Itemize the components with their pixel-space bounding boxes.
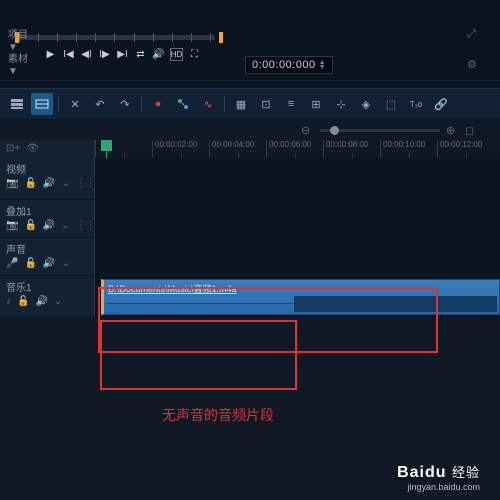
zoom-out-icon[interactable]: ⊖ bbox=[301, 124, 314, 137]
settings-icon[interactable]: ⚙ bbox=[467, 58, 482, 73]
track-icon[interactable]: ⊡ bbox=[255, 93, 277, 115]
prev-frame-icon[interactable]: ◀I bbox=[80, 48, 93, 61]
record-icon[interactable]: ● bbox=[147, 93, 169, 115]
ruler-tick: 00:00:10:00 bbox=[380, 140, 437, 158]
collapse-icon[interactable]: ⌄ bbox=[61, 220, 69, 231]
ruler-tick: 00:00:08:00 bbox=[323, 140, 380, 158]
watermark: Baidu 经验 jingyan.baidu.com bbox=[397, 462, 480, 492]
timeline-view-icon[interactable] bbox=[31, 93, 53, 115]
overlay-track-body[interactable] bbox=[95, 200, 500, 237]
lock-icon[interactable]: 🔓 bbox=[24, 220, 36, 231]
last-frame-icon[interactable]: ▶I bbox=[116, 48, 129, 61]
3d-title-icon[interactable]: T₃ᴅ bbox=[405, 93, 427, 115]
clip-filename: D:\Documents\Music\音频1.m4a bbox=[104, 280, 499, 297]
ruler-tick: 00:00:12:00 bbox=[437, 140, 494, 158]
hd-icon[interactable]: HD bbox=[170, 48, 183, 61]
camera-icon[interactable]: 📷 bbox=[6, 178, 18, 189]
undo-icon[interactable]: ↶ bbox=[89, 93, 111, 115]
video-track-header: 视频 📷 🔓 🔊 ⌄ ⋮⋮ bbox=[0, 158, 95, 199]
expand-icon[interactable]: ⤢ bbox=[467, 28, 482, 43]
mixer-icon[interactable] bbox=[172, 93, 194, 115]
collapse-icon[interactable]: ⌄ bbox=[54, 296, 62, 307]
timecode-display[interactable]: 0:00:00:000 ▲▼ bbox=[245, 56, 333, 74]
zoom-slider[interactable] bbox=[320, 129, 440, 132]
preview-panel: 项目▼ 素材▼ ▶ I◀ ◀I I▶ ▶I ⇄ 🔊 HD ⛶ 0:00:00:0… bbox=[0, 0, 500, 80]
voice-track: 声音 🎤 🔓 🔊 ⌄ bbox=[0, 238, 500, 276]
zoom-controls: ⊖ ⊕ ◻ bbox=[0, 120, 500, 140]
voice-track-header: 声音 🎤 🔓 🔊 ⌄ bbox=[0, 238, 95, 275]
time-ruler[interactable]: 00:00:02:00 00:00:04:00 00:00:06:00 00:0… bbox=[95, 140, 500, 158]
zoom-in-icon[interactable]: ⊕ bbox=[446, 124, 459, 137]
overlay-track-header: 叠加1 📷 🔓 🔊 ⌄ ⋮⋮ bbox=[0, 200, 95, 237]
music-track-header: 音乐1 ♪ 🔓 🔊 ⌄ bbox=[0, 276, 95, 317]
mute-icon[interactable]: 🔊 bbox=[35, 296, 47, 307]
storyboard-view-icon[interactable] bbox=[6, 93, 28, 115]
ruler-tick bbox=[95, 140, 152, 158]
lock-icon[interactable]: 🔓 bbox=[24, 178, 36, 189]
first-frame-icon[interactable]: I◀ bbox=[62, 48, 75, 61]
track-label: 音乐1 bbox=[6, 279, 32, 294]
timeline-toolbar: ✕ ↶ ↷ ● ∿ ▦ ⊡ ≡ ⊞ ⊹ ◈ ⬚ T₃ᴅ 🔗 bbox=[0, 88, 500, 120]
music-track: 音乐1 ♪ 🔓 🔊 ⌄ D:\Documents\Music\音频1.m4a bbox=[0, 276, 500, 318]
ripple-icon[interactable]: ⋮⋮ bbox=[76, 178, 96, 189]
chapter-icon[interactable]: ≡ bbox=[280, 93, 302, 115]
timeline-tracks: 视频 📷 🔓 🔊 ⌄ ⋮⋮ 叠加1 📷 🔓 🔊 ⌄ ⋮⋮ 声 bbox=[0, 158, 500, 318]
ruler-tick: 00:00:06:00 bbox=[266, 140, 323, 158]
annotation-text: 无声音的音频片段 bbox=[162, 405, 274, 425]
panel-divider[interactable] bbox=[0, 80, 500, 88]
voice-track-body[interactable] bbox=[95, 238, 500, 275]
next-frame-icon[interactable]: I▶ bbox=[98, 48, 111, 61]
guides-icon[interactable]: ⊹ bbox=[330, 93, 352, 115]
add-track-icon[interactable]: ⊡+ bbox=[6, 143, 20, 154]
mic-icon[interactable]: 🎤 bbox=[6, 258, 18, 269]
motion-icon[interactable]: ▦ bbox=[230, 93, 252, 115]
timeline-ruler-row: ⊡+ 👁 00:00:02:00 00:00:04:00 00:00:06:00… bbox=[0, 140, 500, 158]
track-label: 声音 bbox=[6, 241, 26, 256]
preview-controls: 项目▼ 素材▼ ▶ I◀ ◀I I▶ ▶I ⇄ 🔊 HD ⛶ bbox=[8, 30, 201, 78]
video-track-body[interactable] bbox=[95, 158, 500, 199]
volume-icon[interactable]: 🔊 bbox=[152, 48, 165, 61]
redo-icon[interactable]: ↷ bbox=[114, 93, 136, 115]
tools-icon[interactable]: ✕ bbox=[64, 93, 86, 115]
ripple-icon[interactable]: ⋮⋮ bbox=[76, 220, 96, 231]
grid-icon[interactable]: ⊞ bbox=[305, 93, 327, 115]
collapse-icon[interactable]: ⌄ bbox=[61, 178, 69, 189]
timecode-stepper[interactable]: ▲▼ bbox=[319, 60, 326, 70]
mute-icon[interactable]: 🔊 bbox=[43, 258, 55, 269]
loop-icon[interactable]: ⇄ bbox=[134, 48, 147, 61]
multicam-icon[interactable]: ⬚ bbox=[380, 93, 402, 115]
preview-mode-labels[interactable]: 项目▼ 素材▼ bbox=[8, 30, 36, 78]
pan-zoom-icon[interactable]: ◈ bbox=[355, 93, 377, 115]
mute-icon[interactable]: 🔊 bbox=[43, 178, 55, 189]
fullscreen-icon[interactable]: ⛶ bbox=[188, 48, 201, 61]
link-icon[interactable]: 🔗 bbox=[430, 93, 452, 115]
annotation-highlight-box-inner bbox=[100, 320, 297, 390]
camera-icon[interactable]: 📷 bbox=[6, 220, 18, 231]
video-track: 视频 📷 🔓 🔊 ⌄ ⋮⋮ bbox=[0, 158, 500, 200]
track-label: 视频 bbox=[6, 161, 26, 176]
mute-icon[interactable]: 🔊 bbox=[43, 220, 55, 231]
ruler-tick: 00:00:02:00 bbox=[152, 140, 209, 158]
fit-timeline-icon[interactable]: ◻ bbox=[465, 124, 478, 137]
ruler-tick: 00:00:04:00 bbox=[209, 140, 266, 158]
play-icon[interactable]: ▶ bbox=[44, 48, 57, 61]
overlay-track: 叠加1 📷 🔓 🔊 ⌄ ⋮⋮ bbox=[0, 200, 500, 238]
track-label: 叠加1 bbox=[6, 203, 32, 218]
audio-ducking-icon[interactable]: ∿ bbox=[197, 93, 219, 115]
lock-icon[interactable]: 🔓 bbox=[24, 258, 36, 269]
collapse-icon[interactable]: ⌄ bbox=[61, 258, 69, 269]
music-track-body[interactable]: D:\Documents\Music\音频1.m4a bbox=[95, 276, 500, 317]
toggle-all-icon[interactable]: 👁 bbox=[26, 143, 39, 154]
lock-icon[interactable]: 🔓 bbox=[17, 296, 29, 307]
music-note-icon[interactable]: ♪ bbox=[6, 296, 11, 307]
timecode-text: 0:00:00:000 bbox=[252, 59, 316, 71]
audio-clip[interactable]: D:\Documents\Music\音频1.m4a bbox=[101, 279, 500, 315]
waveform bbox=[106, 296, 497, 312]
